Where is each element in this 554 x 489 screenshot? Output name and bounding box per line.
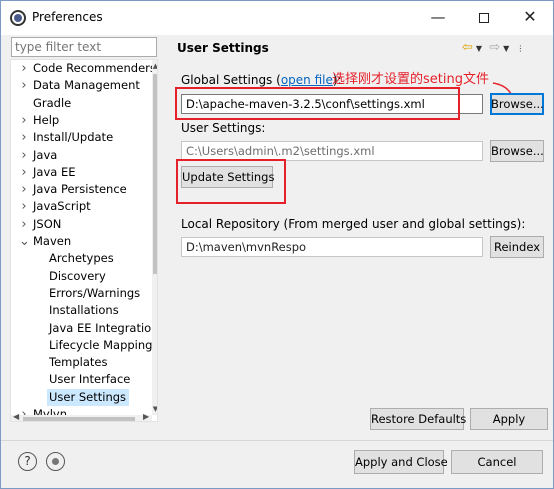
- local-repository-label: Local Repository (From merged user and g…: [181, 217, 526, 231]
- annotation-text: 选择刚才设置的seting文件: [332, 72, 489, 87]
- tree-item-code-recommenders[interactable]: › Code Recommenders: [21, 60, 157, 77]
- tree-item-label: Help: [33, 112, 60, 127]
- tree-item-install-update[interactable]: › Install/Update: [21, 129, 116, 146]
- eclipse-app-icon: [10, 10, 26, 26]
- tree-item-label: Install/Update: [33, 130, 114, 145]
- record-macro-icon[interactable]: [46, 452, 65, 471]
- maximize-button[interactable]: [461, 1, 507, 35]
- global-browse-button[interactable]: Browse...: [490, 93, 544, 115]
- preferences-tree: › Code Recommenders › Data Management Gradle…: [10, 59, 158, 422]
- tree-item-maven[interactable]: ⌄ Maven: [19, 233, 74, 250]
- forward-history-chevron-icon[interactable]: ▼: [503, 44, 509, 53]
- restore-defaults-button[interactable]: Restore Defaults: [370, 408, 466, 430]
- tree-item-label: Gradle: [33, 95, 72, 110]
- open-file-link[interactable]: open file: [281, 73, 333, 87]
- reindex-button[interactable]: Reindex: [490, 236, 544, 258]
- forward-arrow-icon[interactable]: ⇨: [489, 40, 500, 55]
- expanded-arrow-icon[interactable]: ⌄: [19, 233, 30, 250]
- footer-divider: [1, 440, 553, 441]
- collapsed-arrow-icon[interactable]: ›: [19, 112, 29, 129]
- back-history-chevron-icon[interactable]: ▼: [476, 44, 482, 53]
- tree-item-label: Maven: [33, 234, 72, 248]
- tree-item-label: Java EE: [33, 164, 76, 179]
- tree-item-lifecycle-mapping[interactable]: Lifecycle Mapping: [47, 337, 155, 354]
- user-settings-field[interactable]: C:\Users\admin\.m2\settings.xml: [181, 141, 483, 161]
- tree-item-label: JSON: [33, 216, 62, 231]
- maximize-icon: [479, 12, 489, 23]
- collapsed-arrow-icon[interactable]: ›: [19, 77, 29, 94]
- tree-item-java-ee[interactable]: › Java EE: [21, 164, 78, 181]
- scroll-up-icon[interactable]: ▲: [152, 62, 157, 70]
- collapsed-arrow-icon[interactable]: ›: [19, 129, 29, 146]
- filter-input[interactable]: [11, 37, 157, 57]
- tree-item-label: Code Recommenders: [33, 61, 156, 75]
- tree-item-label: User Interface: [49, 372, 131, 387]
- tree-item-help[interactable]: › Help: [21, 112, 62, 129]
- tree-item-installations[interactable]: Installations: [47, 302, 122, 319]
- scroll-right-icon[interactable]: ▶: [143, 412, 149, 421]
- user-browse-button[interactable]: Browse...: [490, 140, 544, 162]
- tree-item-json[interactable]: › JSON: [21, 216, 64, 233]
- collapsed-arrow-icon[interactable]: ›: [19, 198, 29, 215]
- collapsed-arrow-icon[interactable]: ›: [19, 181, 29, 198]
- global-settings-label: Global Settings (open file):: [181, 73, 342, 87]
- preferences-window: Preferences — ✕ › Code Recommenders › Data …: [0, 0, 554, 489]
- tree-item-templates[interactable]: Templates: [47, 354, 110, 371]
- help-icon[interactable]: ?: [18, 452, 37, 471]
- tree-item-errors-warnings[interactable]: Errors/Warnings: [47, 285, 143, 302]
- global-settings-highlight: [175, 87, 460, 120]
- horizontal-scroll-thumb[interactable]: [23, 417, 135, 421]
- scroll-left-icon[interactable]: ◀: [13, 412, 19, 421]
- tree-vertical-scrollbar[interactable]: ▲ ▼: [152, 60, 157, 415]
- tree-item-discovery[interactable]: Discovery: [47, 268, 109, 285]
- vertical-scroll-thumb[interactable]: [153, 74, 157, 274]
- tree-item-javascript[interactable]: › JavaScript: [21, 198, 94, 215]
- page-navigation: ⇦ ▼ ⇨ ▼ ⋮: [462, 40, 527, 55]
- tree-item-java[interactable]: › Java: [21, 147, 60, 164]
- local-repository-field[interactable]: D:\maven\mvnRespo: [181, 237, 483, 257]
- collapsed-arrow-icon[interactable]: ›: [19, 147, 29, 164]
- tree-item-java-ee-integration[interactable]: Java EE Integration: [47, 320, 158, 337]
- tree-item-label: User Settings: [49, 389, 127, 404]
- tree-item-label: Java EE Integration: [49, 320, 158, 335]
- tree-item-label: JavaScript: [33, 199, 91, 214]
- tree-item-java-persistence[interactable]: › Java Persistence: [21, 181, 130, 198]
- collapsed-arrow-icon[interactable]: ›: [19, 60, 29, 77]
- tree-item-label: Installations: [49, 303, 119, 318]
- tree-item-data-management[interactable]: › Data Management: [21, 77, 143, 94]
- tree-item-gradle[interactable]: Gradle: [31, 95, 74, 112]
- tree-item-label: Archetypes: [49, 251, 114, 266]
- tree-item-label: Errors/Warnings: [49, 285, 141, 300]
- apply-button[interactable]: Apply: [470, 408, 548, 430]
- tree-item-user-interface[interactable]: User Interface: [47, 371, 133, 388]
- user-settings-label: User Settings:: [181, 121, 266, 135]
- window-title: Preferences: [32, 10, 103, 24]
- minimize-button[interactable]: —: [415, 1, 461, 35]
- update-settings-highlight: [176, 159, 286, 204]
- cancel-button[interactable]: Cancel: [451, 450, 543, 474]
- back-arrow-icon[interactable]: ⇦: [462, 40, 473, 55]
- collapsed-arrow-icon[interactable]: ›: [19, 216, 29, 233]
- tree-item-label: Discovery: [49, 268, 106, 283]
- tree-item-label: Java: [33, 147, 58, 162]
- page-title: User Settings: [177, 41, 269, 55]
- tree-item-label: Data Management: [33, 78, 140, 93]
- tree-item-label: Templates: [49, 355, 108, 370]
- tree-item-user-settings[interactable]: User Settings: [47, 388, 130, 406]
- tree-item-label: Java Persistence: [33, 182, 127, 197]
- tree-item-label: Lifecycle Mapping: [49, 337, 153, 352]
- apply-and-close-button[interactable]: Apply and Close: [354, 450, 448, 474]
- title-bar: Preferences — ✕: [1, 1, 553, 35]
- tree-item-archetypes[interactable]: Archetypes: [47, 250, 117, 267]
- collapsed-arrow-icon[interactable]: ›: [19, 164, 29, 181]
- view-menu-icon[interactable]: ⋮: [516, 44, 524, 53]
- tree-horizontal-scrollbar[interactable]: ◀ ▶: [11, 412, 152, 421]
- close-button[interactable]: ✕: [507, 1, 553, 35]
- scroll-down-icon[interactable]: ▼: [152, 405, 157, 413]
